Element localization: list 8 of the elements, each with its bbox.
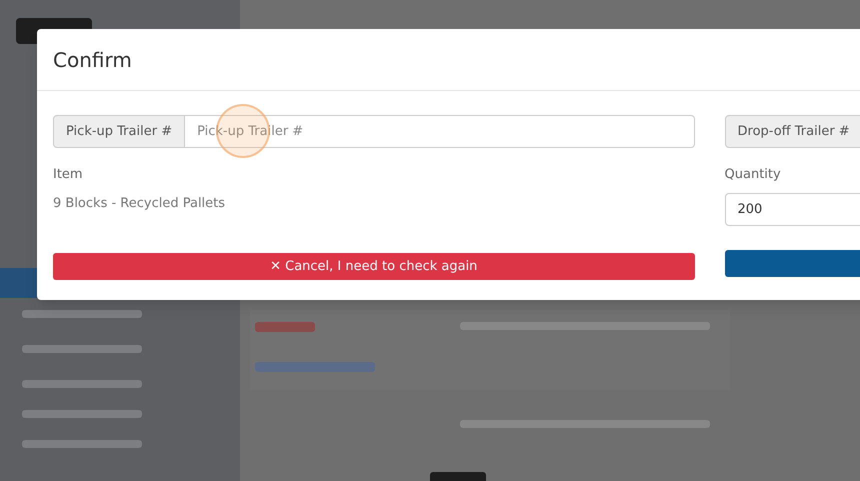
field-label: Pick-up Trailer # [53,115,186,148]
field-label: Drop-off Trailer # [724,115,860,148]
quantity-label: Quantity [724,166,781,184]
item-value: 9 Blocks - Recycled Pallets [53,194,226,212]
quantity-field[interactable]: 200 [724,192,860,226]
item-label: Item [53,166,83,184]
cancel-button[interactable]: ✕ Cancel, I need to check again [53,253,695,280]
dialog-title: Confirm [53,46,132,74]
